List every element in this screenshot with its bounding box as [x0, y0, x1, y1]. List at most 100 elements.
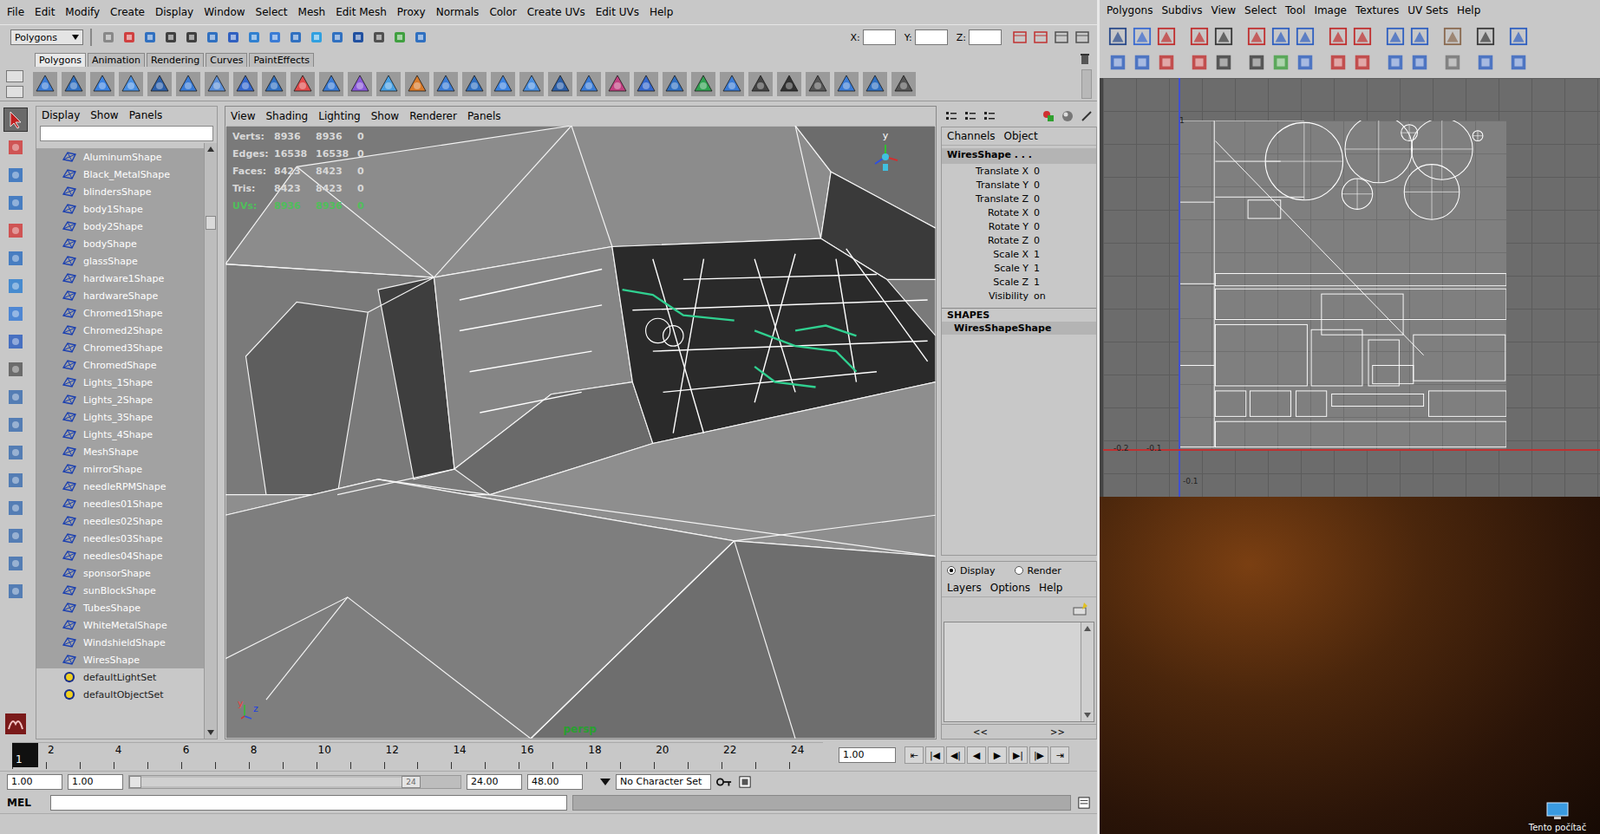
status-tool-icon[interactable]	[202, 27, 223, 47]
uv-tool-button[interactable]	[1408, 51, 1431, 74]
outliner-item[interactable]: Chromed2Shape	[36, 321, 204, 340]
dock-toggle-button[interactable]	[942, 107, 960, 125]
coordinate-input[interactable]	[914, 29, 948, 46]
tool-button[interactable]	[3, 107, 28, 132]
uv-tool-button[interactable]	[1106, 25, 1130, 48]
status-tool-icon[interactable]	[1010, 27, 1030, 47]
shelf-tool-button[interactable]	[518, 71, 545, 98]
shelf-tool-button[interactable]	[718, 71, 745, 98]
attribute-value[interactable]: 0	[1033, 165, 1097, 177]
uv-menu-item[interactable]: Subdivs	[1161, 4, 1202, 17]
attribute-editor-button[interactable]	[1039, 107, 1058, 125]
tool-button[interactable]	[3, 551, 28, 576]
coordinate-input[interactable]	[968, 29, 1002, 46]
tool-button[interactable]	[3, 440, 28, 465]
tool-button[interactable]	[3, 496, 28, 521]
layer-mode-radio[interactable]: Render	[1014, 565, 1062, 577]
playback-button[interactable]: ⇤	[904, 746, 924, 765]
outliner-item[interactable]: sunBlockShape	[36, 581, 204, 600]
channel-attribute[interactable]: Translate X0	[941, 163, 1097, 178]
outliner-item[interactable]: ChromedShape	[36, 356, 204, 374]
outliner-item[interactable]: Black_MetalShape	[36, 165, 204, 183]
shelf-tab[interactable]: Curves	[205, 52, 248, 67]
menu-item[interactable]: Select	[255, 6, 288, 19]
character-menu-arrow-icon[interactable]	[600, 778, 611, 786]
outliner-item[interactable]: AluminumShape	[36, 148, 204, 166]
menu-item[interactable]: Color	[489, 6, 516, 19]
uv-tool-button[interactable]	[1130, 25, 1154, 48]
shelf-tool-button[interactable]	[890, 71, 917, 98]
layer-list[interactable]	[944, 622, 1081, 722]
status-tool-icon[interactable]	[369, 27, 389, 47]
menu-item[interactable]: Create UVs	[527, 6, 586, 19]
channel-box-menu-item[interactable]: Object	[1004, 130, 1039, 143]
shelf-tool-button[interactable]	[604, 71, 631, 98]
outliner-item[interactable]: WiresShape	[36, 651, 204, 669]
uv-tool-button[interactable]	[1441, 25, 1464, 48]
script-editor-icon[interactable]	[1076, 796, 1092, 810]
outliner-item[interactable]: glassShape	[36, 252, 204, 270]
uv-tool-button[interactable]	[1441, 51, 1464, 74]
status-tool-icon[interactable]	[98, 27, 118, 47]
shelf-tool-button[interactable]	[633, 71, 660, 98]
shelf-tool-button[interactable]	[89, 71, 116, 98]
shelf-tool-button[interactable]	[575, 71, 602, 98]
viewport-menu-item[interactable]: Lighting	[318, 110, 361, 123]
layer-mode-radio[interactable]: Display	[946, 565, 996, 577]
scroll-down-button[interactable]	[207, 726, 215, 739]
range-slider[interactable]: 24	[128, 775, 462, 790]
menu-item[interactable]: Display	[155, 6, 194, 19]
outliner-item[interactable]: WhiteMetalShape	[36, 616, 204, 634]
outliner-item[interactable]: needles02Shape	[36, 512, 204, 530]
dock-nav-button[interactable]: <<	[973, 727, 988, 738]
channel-attribute[interactable]: Translate Y0	[941, 177, 1097, 192]
new-layer-icon[interactable]	[1071, 600, 1090, 617]
channel-attribute[interactable]: Scale X1	[941, 247, 1097, 262]
end-time-field[interactable]: 48.00	[527, 774, 583, 791]
uv-tool-button[interactable]	[1474, 25, 1497, 48]
uv-tool-button[interactable]	[1212, 25, 1235, 48]
menu-item[interactable]: Create	[110, 6, 145, 19]
status-tool-icon[interactable]	[1072, 27, 1092, 47]
outliner-item[interactable]: needles04Shape	[36, 547, 204, 565]
outliner-item[interactable]: body2Shape	[36, 217, 204, 236]
uv-tool-button[interactable]	[1507, 51, 1530, 74]
tool-button[interactable]	[3, 412, 28, 438]
uv-tool-button[interactable]	[1351, 51, 1374, 74]
shelf-tool-button[interactable]	[318, 71, 345, 98]
channel-attribute[interactable]: Translate Z0	[941, 191, 1097, 206]
character-set-field[interactable]: No Character Set	[615, 774, 712, 791]
uv-tool-button[interactable]	[1474, 51, 1497, 74]
shelf-menu-button[interactable]	[6, 70, 24, 83]
menu-item[interactable]: Edit UVs	[595, 6, 640, 19]
outliner-item[interactable]: MeshShape	[36, 443, 204, 461]
outliner-item[interactable]: hardwareShape	[36, 287, 204, 305]
menu-item[interactable]: Edit Mesh	[335, 6, 387, 19]
outliner-item[interactable]: needleRPMShape	[36, 477, 204, 496]
outliner-item[interactable]: defaultObjectSet	[36, 685, 204, 704]
shelf-tool-button[interactable]	[461, 71, 488, 98]
key-icon[interactable]	[716, 776, 732, 789]
animation-prefs-icon[interactable]	[737, 776, 753, 789]
status-tool-icon[interactable]	[1051, 27, 1072, 47]
outliner-item[interactable]: blindersShape	[36, 182, 204, 201]
status-tool-icon[interactable]	[390, 27, 410, 47]
attribute-value[interactable]: 1	[1033, 262, 1097, 275]
viewport-canvas[interactable]: Verts:893689360Edges:16538165380Faces:84…	[225, 125, 936, 739]
playback-button[interactable]: ▶	[987, 746, 1007, 765]
outliner-item[interactable]: defaultLightSet	[36, 668, 204, 686]
menu-item[interactable]: Edit	[34, 6, 55, 19]
uv-canvas[interactable]: 1-0.2-0.1-0.1	[1099, 78, 1600, 497]
uv-tool-button[interactable]	[1326, 51, 1350, 74]
dock-nav-button[interactable]: >>	[1050, 727, 1065, 738]
uv-tool-button[interactable]	[1130, 51, 1154, 74]
tool-button[interactable]	[3, 329, 28, 354]
shelf-tool-button[interactable]	[776, 71, 803, 98]
attribute-value[interactable]: 0	[1033, 235, 1097, 247]
tool-button[interactable]	[3, 274, 28, 299]
menu-item[interactable]: Proxy	[397, 6, 426, 19]
uv-menu-item[interactable]: Help	[1456, 4, 1481, 17]
status-tool-icon[interactable]	[140, 27, 160, 47]
attribute-value[interactable]: 0	[1033, 179, 1097, 191]
scroll-up-button[interactable]	[1084, 622, 1091, 635]
